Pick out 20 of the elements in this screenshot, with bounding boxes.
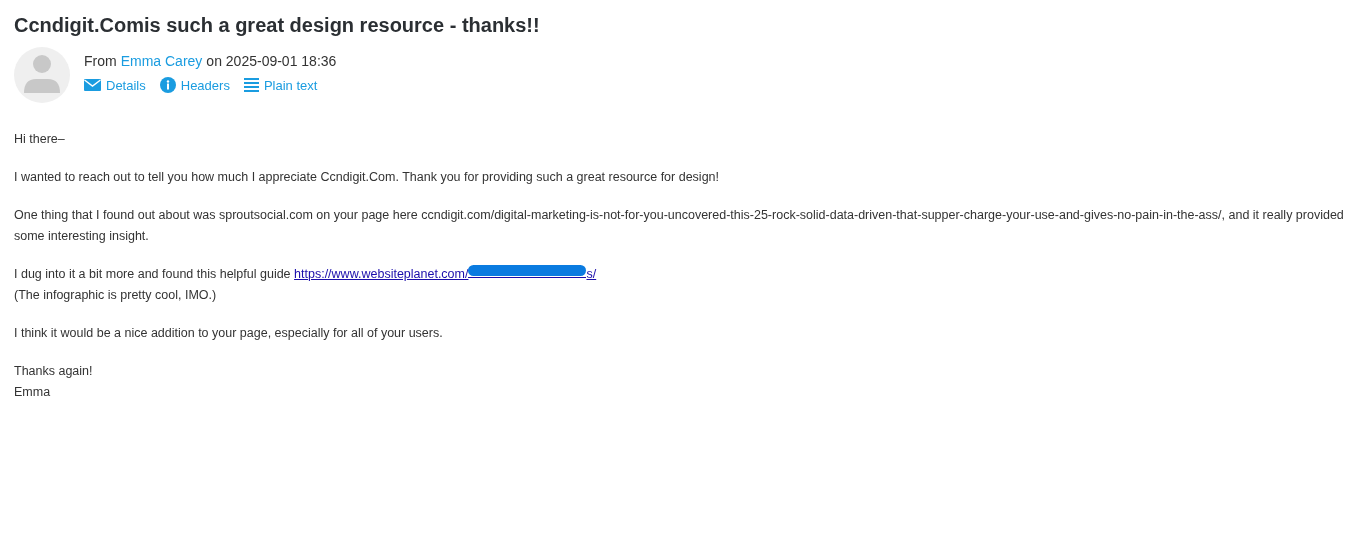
body-text: (The infographic is pretty cool, IMO.) (14, 288, 217, 302)
body-text: Emma (14, 385, 51, 399)
url-link[interactable]: https://www.websiteplanet.com/ s/ (294, 267, 597, 281)
lines-icon (243, 78, 259, 92)
body-text: I dug into it a bit more and found this helpful guide (14, 267, 291, 281)
sender-link[interactable]: Emma Carey (120, 53, 203, 69)
headers-link[interactable]: Headers (159, 77, 230, 93)
date-text: on 2025-09-01 18:36 (206, 53, 337, 69)
details-link[interactable]: Details (84, 77, 146, 93)
from-label: From (84, 53, 117, 69)
body-text: I think it would be a nice addition to your page, especially for all of your users. (14, 326, 443, 340)
body-text: One thing that I found out about was sproutsocial.com on your page here ccndigit.com/digital-marketing-is-not-for-you-uncovered-this-25-rock-solid-data-driven-that-supper-charge-your-use-and-gives-no-pain-in-the-ass/, and it really provided some interesting insight. (14, 208, 1344, 243)
avatar-icon (14, 47, 70, 103)
envelope-icon (84, 79, 101, 91)
body-text: Thanks again! (14, 364, 93, 378)
body-text: I wanted to reach out to tell you how much I appreciate Ccndigit.Com. Thank you for providing such a great resource for design! (14, 170, 719, 184)
body-text: Hi there– (14, 132, 65, 146)
email-subject: Ccndigit.Comis such a great design resource - thanks!! (14, 14, 541, 37)
info-icon (159, 77, 176, 93)
plain-link[interactable]: Plain text (243, 77, 318, 93)
